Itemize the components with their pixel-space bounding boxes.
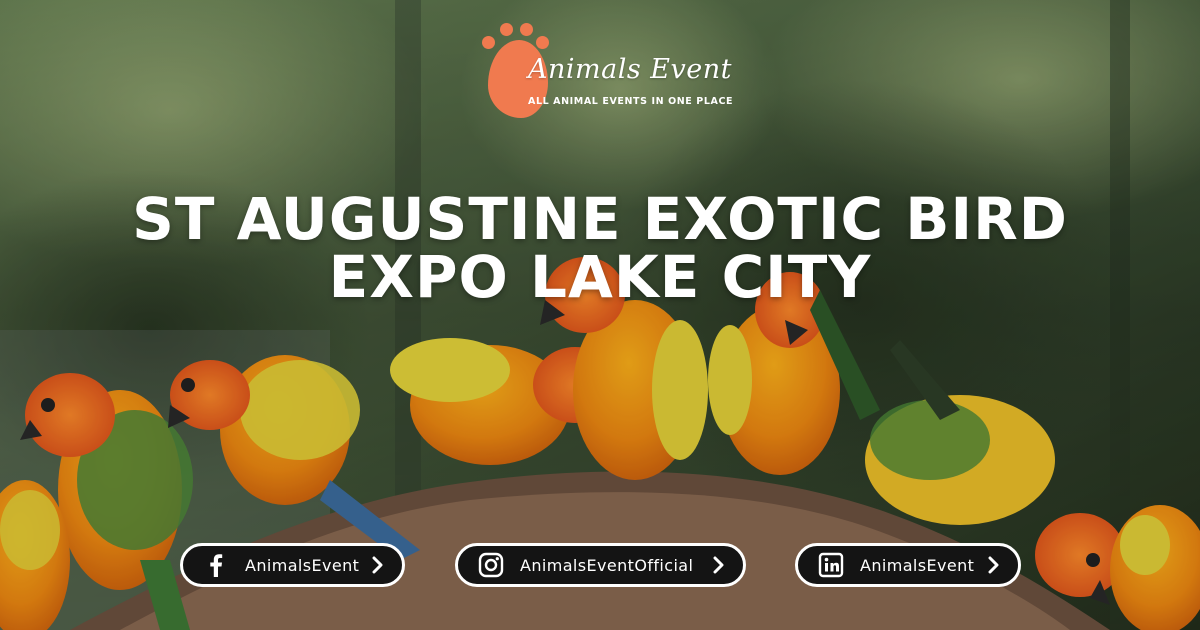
linkedin-icon: [816, 550, 846, 580]
linkedin-link[interactable]: AnimalsEvent: [795, 543, 1021, 587]
facebook-link[interactable]: AnimalsEvent: [180, 543, 405, 587]
instagram-link[interactable]: AnimalsEventOfficial: [455, 543, 746, 587]
brand-tagline: ALL ANIMAL EVENTS IN ONE PLACE: [528, 96, 734, 107]
brand-name: Animals Event: [528, 54, 732, 85]
instagram-icon: [476, 550, 506, 580]
chevron-right-icon: [368, 555, 388, 575]
paw-toe-icon: [482, 36, 495, 49]
chevron-right-icon: [984, 555, 1004, 575]
facebook-icon: [201, 550, 231, 580]
linkedin-handle: AnimalsEvent: [860, 555, 975, 575]
event-title: ST AUGUSTINE EXOTIC BIRD EXPO LAKE CITY: [60, 190, 1140, 306]
event-title-line-2: EXPO LAKE CITY: [328, 243, 872, 311]
event-title-line-1: ST AUGUSTINE EXOTIC BIRD: [132, 185, 1068, 253]
brand-logo: Animals Event ALL ANIMAL EVENTS IN ONE P…: [480, 20, 733, 120]
paw-toe-icon: [536, 36, 549, 49]
paw-toe-icon: [500, 23, 513, 36]
paw-toe-icon: [520, 23, 533, 36]
chevron-right-icon: [709, 555, 729, 575]
facebook-handle: AnimalsEvent: [245, 555, 360, 575]
instagram-handle: AnimalsEventOfficial: [520, 555, 694, 575]
event-banner: Animals Event ALL ANIMAL EVENTS IN ONE P…: [0, 0, 1200, 630]
